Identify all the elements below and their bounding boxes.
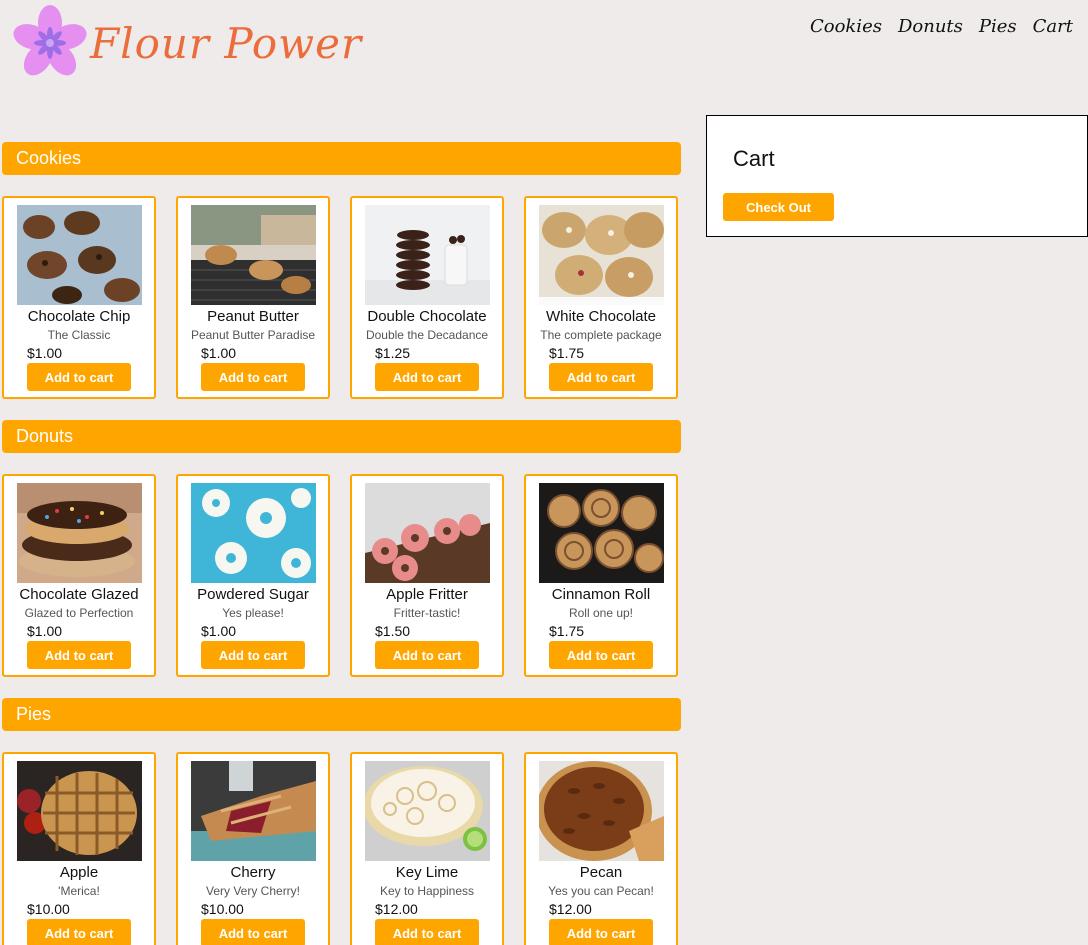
product-card: Chocolate Chip The Classic $1.00 Add to … — [2, 196, 156, 399]
cookies-grid: Chocolate Chip The Classic $1.00 Add to … — [2, 196, 681, 399]
product-name: Key Lime — [395, 864, 459, 881]
product-price: $1.00 — [27, 345, 63, 361]
product-card: Apple Fritter Fritter-tastic! $1.50 Add … — [350, 474, 504, 677]
product-price: $10.00 — [201, 901, 244, 917]
product-image — [191, 761, 316, 861]
add-to-cart-button[interactable]: Add to cart — [375, 919, 479, 945]
product-card: Cherry Very Very Cherry! $10.00 Add to c… — [176, 752, 330, 945]
product-image — [539, 761, 664, 861]
product-image — [191, 483, 316, 583]
product-description: Yes you can Pecan! — [548, 884, 654, 898]
product-description: Double the Decadance — [365, 328, 489, 342]
add-to-cart-button[interactable]: Add to cart — [201, 641, 305, 669]
product-image — [191, 205, 316, 305]
product-name: Apple — [59, 864, 99, 881]
product-card: Peanut Butter Peanut Butter Paradise $1.… — [176, 196, 330, 399]
product-price: $1.50 — [375, 623, 411, 639]
add-to-cart-button[interactable]: Add to cart — [549, 641, 653, 669]
nav-link-pies[interactable]: Pies — [979, 16, 1017, 37]
product-image — [365, 761, 490, 861]
product-card: White Chocolate The complete package $1.… — [524, 196, 678, 399]
product-listing: Cookies Chocolate Chip The Classic $1.00… — [2, 142, 681, 945]
product-description: Yes please! — [222, 606, 284, 620]
product-name: Chocolate Glazed — [19, 586, 139, 603]
brand-logo[interactable]: Flour Power — [12, 5, 362, 81]
product-price: $1.25 — [375, 345, 411, 361]
brand-name: Flour Power — [90, 18, 363, 68]
product-name: Apple Fritter — [386, 586, 468, 603]
add-to-cart-button[interactable]: Add to cart — [27, 641, 131, 669]
product-price: $1.00 — [27, 623, 63, 639]
product-name: Powdered Sugar — [197, 586, 309, 603]
product-description: Peanut Butter Paradise — [190, 328, 316, 342]
add-to-cart-button[interactable]: Add to cart — [375, 641, 479, 669]
product-name: Cherry — [230, 864, 276, 881]
product-name: Peanut Butter — [207, 308, 299, 325]
product-card: Powdered Sugar Yes please! $1.00 Add to … — [176, 474, 330, 677]
product-price: $10.00 — [27, 901, 70, 917]
add-to-cart-button[interactable]: Add to cart — [201, 363, 305, 391]
nav-link-donuts[interactable]: Donuts — [898, 16, 963, 37]
product-name: White Chocolate — [545, 308, 657, 325]
product-description: Glazed to Perfection — [24, 606, 134, 620]
cart-panel: Cart Check Out — [706, 115, 1088, 237]
product-name: Double Chocolate — [367, 308, 487, 325]
add-to-cart-button[interactable]: Add to cart — [27, 919, 131, 945]
product-name: Cinnamon Roll — [551, 586, 651, 603]
top-nav: Cookies Donuts Pies Cart — [810, 16, 1073, 37]
product-image — [365, 205, 490, 305]
product-image — [539, 205, 664, 305]
product-description: The complete package — [540, 328, 662, 342]
section-header-cookies: Cookies — [2, 142, 681, 175]
check-out-button[interactable]: Check Out — [723, 193, 834, 221]
product-image — [365, 483, 490, 583]
product-image — [17, 483, 142, 583]
product-card: Pecan Yes you can Pecan! $12.00 Add to c… — [524, 752, 678, 945]
flower-logo-icon — [13, 5, 87, 76]
product-card: Apple 'Merica! $10.00 Add to cart — [2, 752, 156, 945]
nav-link-cookies[interactable]: Cookies — [810, 16, 882, 37]
add-to-cart-button[interactable]: Add to cart — [375, 363, 479, 391]
donuts-grid: Chocolate Glazed Glazed to Perfection $1… — [2, 474, 681, 677]
product-description: Key to Happiness — [379, 884, 475, 898]
add-to-cart-button[interactable]: Add to cart — [549, 363, 653, 391]
product-description: Roll one up! — [568, 606, 634, 620]
pies-grid: Apple 'Merica! $10.00 Add to cart Cherry… — [2, 752, 681, 945]
product-price: $1.00 — [201, 345, 237, 361]
section-header-pies: Pies — [2, 698, 681, 731]
product-name: Pecan — [579, 864, 623, 881]
product-description: The Classic — [47, 328, 111, 342]
product-price: $12.00 — [549, 901, 592, 917]
product-image — [539, 483, 664, 583]
product-name: Chocolate Chip — [27, 308, 131, 325]
cart-title: Cart — [733, 146, 775, 171]
add-to-cart-button[interactable]: Add to cart — [27, 363, 131, 391]
product-card: Cinnamon Roll Roll one up! $1.75 Add to … — [524, 474, 678, 677]
nav-link-cart[interactable]: Cart — [1033, 16, 1073, 37]
product-price: $1.75 — [549, 345, 585, 361]
product-card: Double Chocolate Double the Decadance $1… — [350, 196, 504, 399]
product-card: Chocolate Glazed Glazed to Perfection $1… — [2, 474, 156, 677]
product-price: $1.00 — [201, 623, 237, 639]
product-card: Key Lime Key to Happiness $12.00 Add to … — [350, 752, 504, 945]
section-header-donuts: Donuts — [2, 420, 681, 453]
add-to-cart-button[interactable]: Add to cart — [549, 919, 653, 945]
product-description: Very Very Cherry! — [205, 884, 301, 898]
product-description: 'Merica! — [58, 884, 100, 898]
product-image — [17, 205, 142, 305]
add-to-cart-button[interactable]: Add to cart — [201, 919, 305, 945]
product-price: $1.75 — [549, 623, 585, 639]
product-image — [17, 761, 142, 861]
product-price: $12.00 — [375, 901, 418, 917]
product-description: Fritter-tastic! — [393, 606, 461, 620]
